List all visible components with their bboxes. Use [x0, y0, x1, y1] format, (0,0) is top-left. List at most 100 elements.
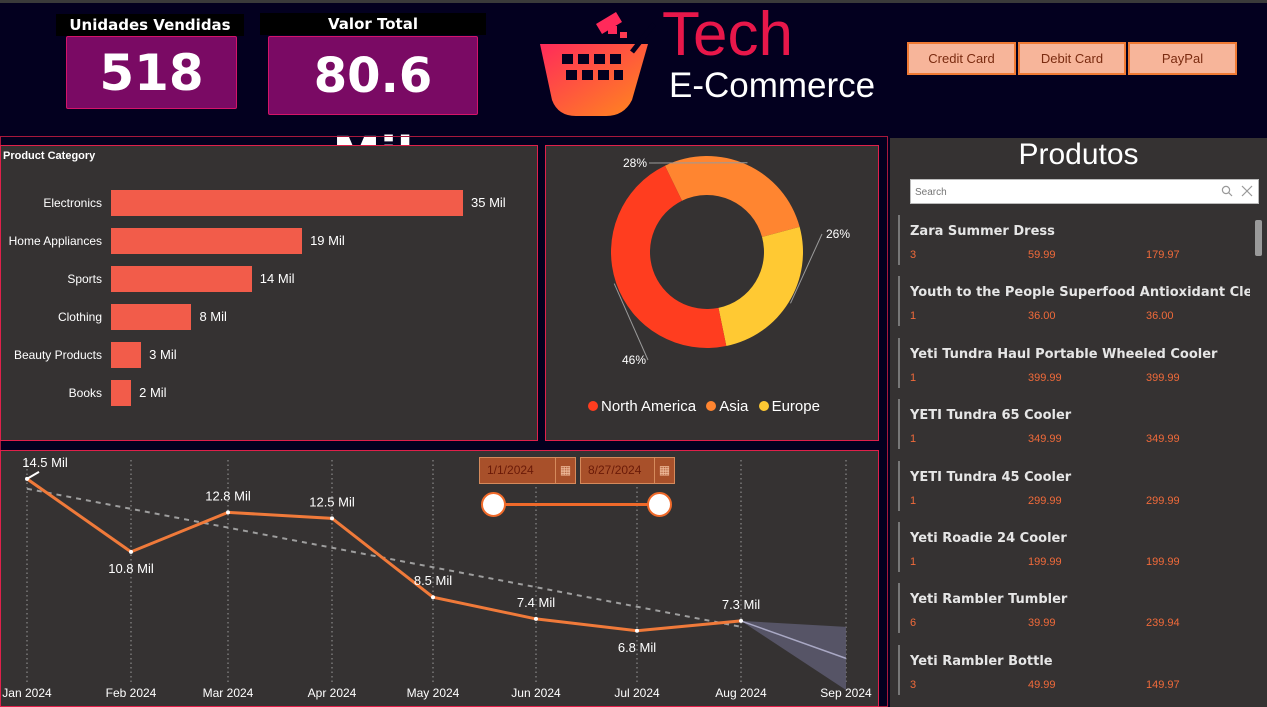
sales-point[interactable]: [431, 595, 435, 600]
category-label: Electronics: [43, 196, 102, 210]
date-range-start-handle[interactable]: [481, 492, 506, 517]
logo-subtitle: E-Commerce: [669, 66, 876, 105]
product-price: 349.99: [1028, 433, 1062, 446]
region-legend: North America Asia Europe: [588, 398, 820, 415]
close-icon[interactable]: [1241, 185, 1253, 197]
product-total: 299.99: [1146, 494, 1180, 507]
category-bar[interactable]: [111, 190, 463, 216]
product-price: 299.99: [1028, 494, 1062, 507]
calendar-icon[interactable]: ▦: [555, 458, 575, 483]
product-total: 399.99: [1146, 371, 1180, 384]
x-tick-label: Apr 2024: [308, 686, 357, 700]
top-border: [0, 0, 1267, 3]
legend-label: North America: [601, 398, 697, 415]
total-value-title: Valor Total: [260, 13, 486, 35]
sales-point[interactable]: [330, 516, 334, 521]
legend-dot: [758, 401, 769, 411]
donut-percent-label: 26%: [826, 227, 850, 241]
x-tick-label: Jun 2024: [511, 686, 561, 700]
list-item[interactable]: YETI Tundra 65 Cooler 1 349.99 349.99: [898, 399, 1250, 450]
sales-point[interactable]: [739, 618, 743, 623]
dashboard: Unidades Vendidas 518 Valor Total 80.6 M…: [0, 0, 1267, 707]
category-bar[interactable]: [111, 304, 192, 330]
category-bar[interactable]: [111, 342, 142, 368]
units-sold-card: 518: [66, 36, 237, 109]
x-tick-label: Sep 2024: [820, 686, 872, 700]
x-tick-label: Aug 2024: [715, 686, 767, 700]
product-name: Yeti Rambler Tumbler: [910, 592, 1068, 608]
calendar-icon[interactable]: ▦: [654, 458, 674, 483]
donut-percent-label: 28%: [623, 156, 647, 170]
list-item[interactable]: Yeti Rambler Bottle 3 49.99 149.97: [898, 644, 1250, 695]
product-quantity: 1: [910, 371, 917, 384]
sales-point[interactable]: [129, 549, 133, 554]
total-value-card: 80.6 Mil: [268, 36, 478, 183]
x-tick-label: Jan 2024: [2, 686, 52, 700]
product-quantity: 1: [910, 556, 917, 568]
list-item[interactable]: YETI Tundra 45 Cooler 1 299.99 299.99: [898, 460, 1250, 511]
category-label: Sports: [67, 272, 102, 286]
category-value-label: 2 Mil: [139, 385, 167, 400]
product-name: Zara Summer Dress: [910, 224, 1055, 239]
products-list[interactable]: Zara Summer Dress 3 59.99 179.97 Youth to th…: [898, 210, 1250, 707]
donut-percent-label: 46%: [622, 353, 646, 367]
product-quantity: 1: [910, 433, 917, 446]
x-tick-label: Feb 2024: [106, 686, 157, 700]
product-price: 199.99: [1028, 556, 1062, 568]
data-label: 8.5 Mil: [414, 573, 452, 588]
donut-slice[interactable]: [718, 226, 803, 347]
product-total: 199.99: [1146, 556, 1180, 568]
forecast-band: [741, 620, 846, 690]
sales-point[interactable]: [534, 616, 538, 621]
data-label: 14.5 Mil: [22, 455, 68, 470]
list-item[interactable]: Youth to the People Superfood Antioxidan…: [898, 276, 1250, 327]
x-tick-label: Mar 2024: [203, 686, 254, 700]
legend-dot: [706, 401, 717, 411]
list-item[interactable]: Yeti Roadie 24 Cooler 1 199.99 199.99: [898, 522, 1250, 572]
start-date-input[interactable]: 1/1/2024 ▦: [479, 457, 576, 484]
donut-slice[interactable]: [664, 156, 800, 238]
date-range-slider-track[interactable]: [493, 503, 659, 506]
sales-point[interactable]: [226, 510, 230, 515]
legend-asia: Asia: [706, 398, 748, 415]
legend-label: Asia: [719, 398, 749, 415]
label-pointer: [26, 470, 40, 480]
sales-point[interactable]: [635, 628, 639, 633]
category-bar[interactable]: [111, 266, 252, 292]
product-price: 59.99: [1028, 249, 1056, 261]
category-label: Home Appliances: [8, 234, 102, 248]
list-item[interactable]: Yeti Tundra Haul Portable Wheeled Cooler…: [898, 337, 1250, 388]
product-name: Yeti Tundra Haul Portable Wheeled Cooler: [910, 346, 1218, 362]
category-value-label: 3 Mil: [149, 347, 177, 362]
credit-card-button[interactable]: Credit Card: [907, 42, 1016, 75]
category-bar[interactable]: [111, 380, 132, 406]
debit-card-button[interactable]: Debit Card: [1018, 42, 1126, 75]
monthly-trend-chart: Jan 2024 Feb 2024 Mar 2024 Apr 2024 May 2024…: [2, 455, 872, 700]
product-total: 36.00: [1146, 310, 1174, 323]
search-input[interactable]: [915, 183, 1205, 201]
product-total: 149.97: [1146, 678, 1180, 691]
data-label: 10.8 Mil: [108, 561, 154, 576]
product-name: YETI Tundra 65 Cooler: [910, 408, 1072, 424]
category-label: Beauty Products: [13, 348, 102, 362]
paypal-button[interactable]: PayPal: [1128, 42, 1237, 75]
product-price: 399.99: [1028, 371, 1062, 384]
data-label: 7.4 Mil: [517, 595, 555, 610]
search-icon[interactable]: [1221, 185, 1233, 197]
x-tick-label: Jul 2024: [614, 686, 660, 700]
date-range-end-handle[interactable]: [647, 492, 672, 517]
list-item[interactable]: Zara Summer Dress 3 59.99 179.97: [898, 215, 1250, 265]
product-name: YETI Tundra 45 Cooler: [910, 469, 1072, 485]
end-date-input[interactable]: 8/27/2024 ▦: [580, 457, 675, 484]
product-quantity: 1: [910, 310, 917, 323]
category-bar[interactable]: [111, 228, 303, 254]
products-scrollbar[interactable]: [1255, 220, 1262, 256]
search-box[interactable]: [910, 179, 1259, 204]
list-item[interactable]: Yeti Rambler Tumbler 6 39.99 239.94: [898, 583, 1250, 634]
sales-line: [26, 477, 742, 633]
product-name: Yeti Roadie 24 Cooler: [910, 531, 1067, 546]
data-label: 7.3 Mil: [722, 597, 760, 612]
units-sold-title: Unidades Vendidas: [56, 14, 244, 36]
legend-north-america: North America: [588, 398, 696, 415]
product-total: 179.97: [1146, 249, 1180, 261]
